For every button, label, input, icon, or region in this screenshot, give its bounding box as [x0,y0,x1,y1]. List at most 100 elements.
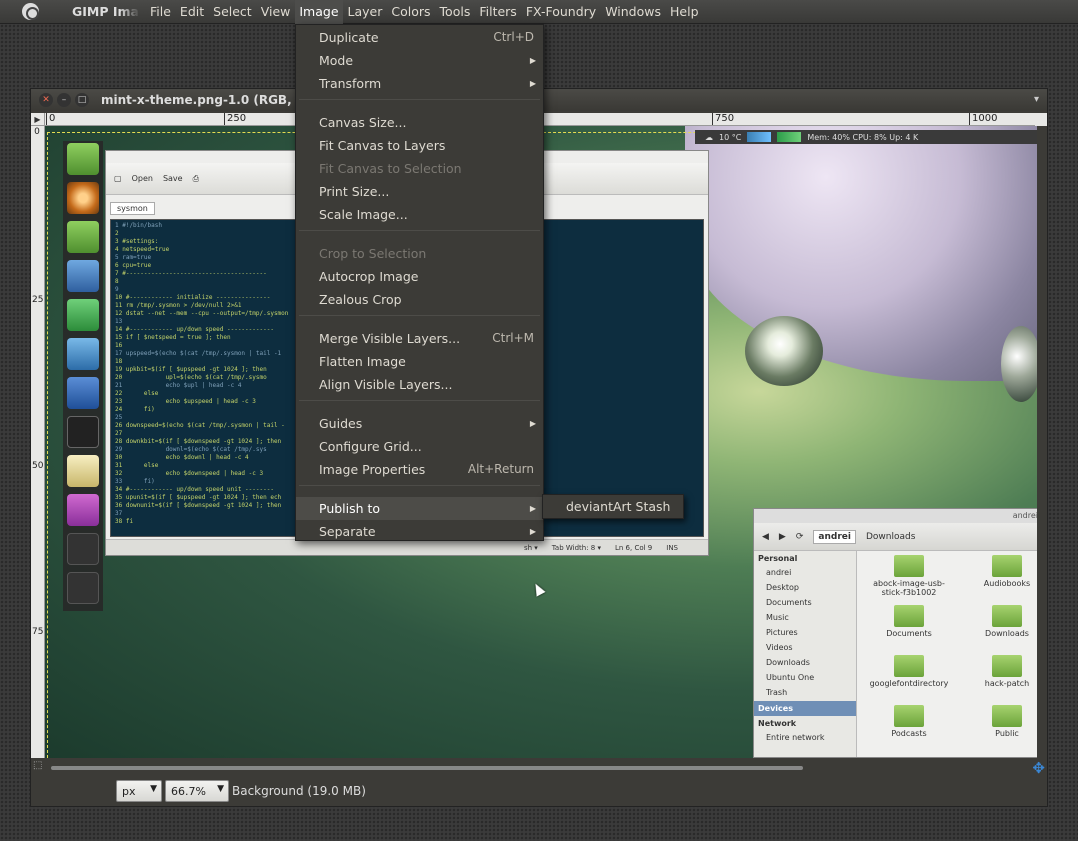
menu-select[interactable]: Select [209,0,256,24]
menu-filters[interactable]: Filters [475,0,520,24]
menu-item-label: Publish to [319,501,381,516]
folder-icon [894,555,924,577]
scroll-area: ⬚ ✥ [31,758,1047,777]
menu-item-merge-visible-layers[interactable]: Merge Visible Layers... Ctrl+M [296,327,543,350]
menu-item-crop-to-selection: Crop to Selection [296,242,543,265]
menu-item-guides[interactable]: Guides ▶ [296,412,543,435]
ruler-tick-label: 250 [223,113,247,125]
print-icon: ⎙ [192,173,199,183]
minimize-window-button[interactable]: – [57,93,71,107]
yppa-icon [67,377,99,409]
unit-value: px [122,784,136,798]
menu-item-label: Crop to Selection [319,246,427,261]
menu-item-mode[interactable]: Mode ▶ [296,49,543,72]
sidebar-item: Pictures [766,628,798,637]
menu-item-canvas-size[interactable]: Canvas Size... [296,111,543,134]
forward-icon: ▶ [778,531,786,542]
ruler-tick-label: 750 [711,113,735,125]
menu-item-label: Align Visible Layers... [319,377,453,392]
submenu-arrow-icon: ▶ [529,56,536,65]
chevron-down-icon: ▼ [150,784,157,794]
ruler-tick-label: 1000 [968,113,998,125]
cursor-position: Ln 6, Col 9 [614,543,653,552]
ruler-tick-label: 750 [32,627,44,637]
menu-file[interactable]: File [146,0,175,24]
text-editor-icon [67,455,99,487]
launcher-dock-image [63,141,103,611]
menu-item-deviantart-stash[interactable]: deviantArt Stash [543,495,683,518]
unit-select[interactable]: px ▼ [116,780,162,802]
vertical-ruler[interactable]: 0 250 500 750 [31,126,45,758]
menu-item-publish-to[interactable]: Publish to ▶ [296,497,543,520]
save-label: Save [162,174,183,183]
folder-item: Audiobooks [962,555,1037,588]
menu-item-configure-grid[interactable]: Configure Grid... [296,435,543,458]
menu-item-autocrop-image[interactable]: Autocrop Image [296,265,543,288]
menu-view[interactable]: View [257,0,295,24]
menu-item-label: Autocrop Image [319,269,419,284]
file-manager-screenshot: andrei ◀ ▶ ⟳ andrei Downloads Personal an… [753,508,1037,758]
menu-item-label: Scale Image... [319,207,408,222]
memory-graph [777,132,802,142]
menu-item-label: Flatten Image [319,354,406,369]
menu-item-zealous-crop[interactable]: Zealous Crop [296,288,543,311]
system-stats-text: Mem: 40% CPU: 8% Up: 4 K [807,132,919,142]
folder-item: Public [962,705,1037,738]
window-menu-icon[interactable]: ▾ [1034,94,1039,105]
sidebar-item: Downloads [766,658,810,667]
network-graph [747,132,772,142]
quick-mask-icon[interactable]: ⬚ [33,760,42,771]
menu-colors[interactable]: Colors [387,0,434,24]
tab-width-indicator: Tab Width: 8 ▾ [551,543,601,552]
reload-icon: ⟳ [795,531,804,542]
menu-item-fit-canvas-to-layers[interactable]: Fit Canvas to Layers [296,134,543,157]
breadcrumb-home: andrei [813,529,856,544]
sidebar-header: Personal [758,554,798,563]
menu-separator [299,99,540,100]
menu-help[interactable]: Help [666,0,703,24]
menu-image[interactable]: Image [295,0,343,24]
menu-edit[interactable]: Edit [176,0,208,24]
ruler-tick-label: 0 [45,113,56,125]
menu-separator [299,315,540,316]
menu-item-scale-image[interactable]: Scale Image... [296,203,543,226]
folder-icon [992,555,1022,577]
menu-windows[interactable]: Windows [601,0,665,24]
menu-item-label: Separate [319,524,376,539]
folder-label: Documents [886,629,932,638]
menu-item-separate[interactable]: Separate ▶ [296,520,543,543]
back-icon: ◀ [762,531,769,542]
submenu-arrow-icon: ▶ [529,504,536,513]
menu-tools[interactable]: Tools [436,0,475,24]
ubuntu-home-button[interactable] [0,0,60,24]
menu-item-fit-canvas-to-selection: Fit Canvas to Selection [296,157,543,180]
files-sidebar: Personal andrei Desktop Documents Music Pictu… [754,551,857,757]
menu-item-label: Guides [319,416,363,431]
folder-item: Podcasts [864,705,954,738]
menu-item-transform[interactable]: Transform ▶ [296,72,543,95]
zoom-lock-icon[interactable] [1035,113,1047,126]
top-menubar: GIMP Image Editor FileEditSelectViewImag… [0,0,1078,24]
menu-separator [299,230,540,231]
maximize-window-button[interactable]: □ [75,93,89,107]
statusbar: px ▼ 66.7% ▼ Background (19.0 MB) [31,776,1047,806]
swirl-app-icon [67,338,99,370]
menu-item-align-visible-layers[interactable]: Align Visible Layers... [296,373,543,396]
layer-info: Background (19.0 MB) [232,784,366,798]
menu-layer[interactable]: Layer [344,0,387,24]
menu-item-duplicate[interactable]: Duplicate Ctrl+D [296,26,543,49]
menu-item-label: Fit Canvas to Selection [319,161,462,176]
horizontal-scrollbar[interactable] [51,766,803,770]
system-monitor-icon [67,416,99,448]
menu-item-image-properties[interactable]: Image Properties Alt+Return [296,458,543,481]
menu-fx-foundry[interactable]: FX-Foundry [522,0,600,24]
close-window-button[interactable]: ✕ [39,93,53,107]
menu-item-print-size[interactable]: Print Size... [296,180,543,203]
ruler-corner-button[interactable]: ▶ [31,113,45,126]
folder-label: Podcasts [891,729,927,738]
sidebar-item: Entire network [766,733,825,742]
navigate-icon[interactable]: ✥ [1032,759,1045,777]
folder-icon [992,605,1022,627]
zoom-select[interactable]: 66.7% ▼ [165,780,229,802]
menu-item-flatten-image[interactable]: Flatten Image [296,350,543,373]
